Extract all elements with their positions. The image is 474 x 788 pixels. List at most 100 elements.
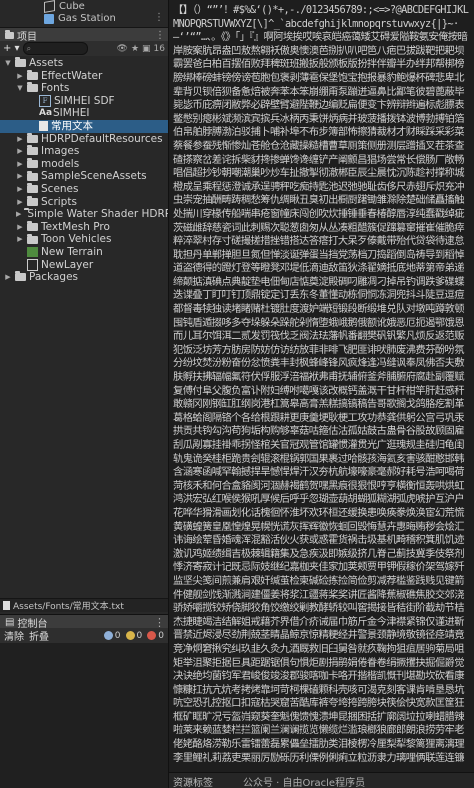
project-tree-item[interactable]: ▶ Images — [0, 145, 168, 158]
project-tree-item[interactable]: ▶ Scenes — [0, 183, 168, 196]
hierarchy-item-gas-station[interactable]: Gas Station — [44, 12, 116, 25]
search-icon: ⌕ — [26, 43, 32, 53]
favorite-icon[interactable]: ★ — [131, 44, 139, 54]
tree-item-label: New Terrain — [41, 245, 103, 258]
folder-icon — [27, 195, 38, 206]
tree-item-label: SIMHEI — [53, 107, 90, 120]
error-icon — [147, 631, 157, 640]
project-tree: ▼ Assets ▶ EffectWater ▼ Fonts F SIMHEI SDF Aa SI… — [0, 57, 168, 284]
tree-item-label: HDRPDefaultResources — [41, 132, 163, 145]
project-tree-item[interactable]: ▶ models — [0, 158, 168, 171]
prefab-icon — [44, 13, 54, 24]
tree-item-label: models — [41, 157, 80, 170]
folder-icon — [5, 29, 14, 39]
error-count[interactable]: 0 — [147, 631, 164, 641]
asset-labels-bar: 资源标签 公众号 · 自由Oracle程序员 — [169, 772, 474, 788]
tree-item-label: SIMHEI SDF — [54, 94, 115, 107]
tree-item-label: Fonts — [41, 82, 70, 95]
add-button[interactable]: + ▾ — [3, 43, 20, 54]
project-tree-item[interactable]: ▶ HDRPDefaultResources — [0, 133, 168, 146]
more-options-icon[interactable]: ⋮ — [154, 616, 165, 629]
filter-icon[interactable]: ▣ — [142, 44, 151, 54]
tree-item-label: Images — [41, 145, 80, 158]
project-tree-item[interactable]: ▶ Scripts — [0, 196, 168, 209]
project-tree-item[interactable]: ▼ Assets — [0, 57, 168, 70]
project-tree-item[interactable]: NewLayer — [0, 259, 168, 272]
text-content[interactable]: 【】（）“”’！#$%&‘()*+,-./0123456789:;<=>?@AB… — [173, 4, 471, 764]
selected-path: Assets/Fonts/常用文本.txt — [13, 602, 124, 612]
collapsed-arrow-icon[interactable]: ▶ — [4, 271, 12, 284]
console-icon: ▤ — [5, 616, 15, 628]
project-tabbar: 项目 ⋮ — [0, 27, 168, 43]
collapsed-arrow-icon[interactable]: ▶ — [16, 233, 24, 246]
tree-item-label: Scenes — [41, 182, 79, 195]
tree-item-label: NewLayer — [41, 258, 94, 271]
selected-path-bar: Assets/Fonts/常用文本.txt — [0, 598, 168, 612]
project-tree-item[interactable]: F SIMHEI SDF — [0, 95, 168, 108]
console-tabbar: ▤ 控制台 ⋮ — [0, 614, 168, 630]
more-options-icon[interactable]: ⋮ — [155, 30, 165, 41]
collapsed-arrow-icon[interactable]: ▶ — [16, 158, 24, 171]
tree-item-label: EffectWater — [41, 69, 103, 82]
collapsed-arrow-icon[interactable]: ▶ — [16, 70, 24, 83]
error-count-value: 0 — [158, 630, 164, 641]
project-tree-item[interactable]: ▶ EffectWater — [0, 70, 168, 83]
project-toolbar: + ▾ ⌕ 👁 ★ ▣ 16 — [0, 41, 168, 56]
hierarchy-menu-icon[interactable]: ⋮ — [154, 12, 164, 23]
folder-icon — [27, 233, 38, 244]
tree-item-label: 常用文本 — [51, 119, 93, 132]
text-file-icon — [39, 121, 48, 132]
expanded-arrow-icon[interactable]: ▼ — [4, 57, 12, 70]
hierarchy-item-label: Gas Station — [58, 13, 116, 24]
terrain-icon — [27, 247, 38, 258]
collapsed-arrow-icon[interactable]: ▶ — [16, 133, 24, 146]
collapsed-arrow-icon[interactable]: ▶ — [16, 183, 24, 196]
text-file-icon — [3, 601, 10, 610]
hierarchy-item-label: Cube — [59, 1, 85, 12]
folder-icon — [27, 221, 38, 232]
warning-icon — [125, 631, 135, 640]
info-icon — [103, 631, 113, 640]
folder-icon — [27, 82, 38, 93]
expanded-arrow-icon[interactable]: ▼ — [16, 82, 24, 95]
tree-item-label: Assets — [29, 57, 64, 69]
folder-icon — [27, 132, 38, 143]
folder-icon — [27, 145, 38, 156]
collapsed-arrow-icon[interactable]: ▶ — [16, 170, 24, 183]
inspector-text-viewer: 【】（）“”’！#$%&‘()*+,-./0123456789:;<=>?@AB… — [169, 0, 474, 788]
project-tree-item[interactable]: ▶ SampleSceneAssets — [0, 170, 168, 183]
folder-icon — [15, 271, 26, 282]
collapsed-arrow-icon[interactable]: ▶ — [16, 196, 24, 209]
folder-icon — [27, 183, 38, 194]
project-tree-item[interactable]: ▶ TextMesh Pro — [0, 221, 168, 234]
tree-item-label: TextMesh Pro — [41, 220, 110, 233]
folder-icon — [15, 57, 26, 68]
project-tree-item[interactable]: ▶ Packages — [0, 271, 168, 284]
collapse-button[interactable]: 折叠 — [29, 628, 49, 643]
visibility-icon[interactable]: 👁 — [117, 44, 128, 54]
clear-button[interactable]: 清除 — [4, 628, 24, 643]
project-tree-item[interactable]: 常用文本 — [0, 119, 168, 133]
console-log-area[interactable] — [0, 643, 168, 788]
collapsed-arrow-icon[interactable]: ▶ — [16, 221, 24, 234]
toolbar-icons: 👁 ★ ▣ 16 — [117, 44, 165, 54]
folder-icon — [27, 69, 38, 80]
project-tree-item[interactable]: ▶ Toon Vehicles — [0, 233, 168, 246]
project-tree-item[interactable]: ▼ Fonts — [0, 82, 168, 95]
collapsed-arrow-icon[interactable]: ▶ — [16, 145, 24, 158]
asset-labels-label[interactable]: 资源标签 — [173, 774, 213, 788]
info-count[interactable]: 0 — [103, 631, 121, 641]
project-tree-item[interactable]: Aa SIMHEI — [0, 107, 168, 120]
left-dock: Cube Gas Station ⋮ 项目 ⋮ + ▾ ⌕ 👁 ★ ▣ 16 ▼… — [0, 0, 169, 788]
tree-item-label: Simple Water Shader HDRP — [27, 208, 169, 221]
folder-icon — [27, 158, 38, 169]
font-icon: Aa — [39, 108, 53, 119]
tree-item-label: Toon Vehicles — [41, 233, 112, 246]
search-input[interactable]: ⌕ — [22, 42, 88, 55]
project-tree-item[interactable]: New Terrain — [0, 246, 168, 259]
warning-count[interactable]: 0 — [125, 631, 142, 641]
hidden-count: 16 — [153, 43, 165, 54]
console-toolbar: 清除 折叠 0 0 0 — [0, 628, 168, 643]
project-tree-item[interactable]: ▶ Simple Water Shader HDRP — [0, 208, 168, 221]
collapsed-arrow-icon[interactable]: ▶ — [16, 208, 21, 221]
